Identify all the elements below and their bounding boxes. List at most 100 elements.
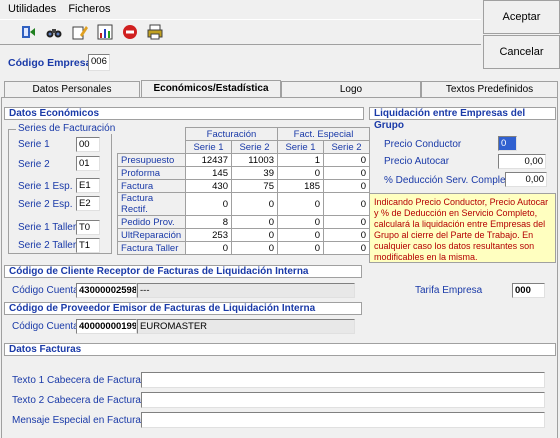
invoice-message-label: Mensaje Especial en Factura: [12, 415, 141, 426]
table-cell[interactable]: 39: [231, 166, 278, 180]
client-section-title: Código de Cliente Receptor de Facturas d…: [4, 265, 362, 278]
series-2-esp-field[interactable]: E2: [76, 196, 100, 211]
row-label: Presupuesto: [117, 153, 186, 167]
binoculars-icon[interactable]: [45, 23, 63, 41]
series-2-esp-label: Serie 2 Esp.: [18, 199, 73, 210]
client-account-code-field[interactable]: 43000002598: [76, 283, 137, 298]
series-1-esp-label: Serie 1 Esp.: [18, 181, 73, 192]
invoice-message-field[interactable]: [141, 412, 545, 428]
table-cell[interactable]: 11003: [231, 153, 278, 167]
precio-conductor-field[interactable]: 0: [498, 136, 517, 151]
provider-account-name-field: EUROMASTER: [137, 319, 355, 334]
invoice-text1-field[interactable]: [141, 372, 545, 388]
table-row: Pedido Prov. 8 0 0 0: [117, 215, 370, 229]
menu-bar: Utilidades Ficheros: [0, 0, 481, 18]
provider-section-title: Código de Proveedor Emisor de Facturas d…: [4, 302, 362, 315]
liquidation-note: Indicando Precio Conductor, Precio Autoc…: [369, 193, 556, 263]
tab-textos-predefinidos[interactable]: Textos Predefinidos: [421, 81, 558, 97]
edit-icon[interactable]: [71, 23, 89, 41]
table-cell[interactable]: 0: [323, 241, 370, 255]
row-label: Pedido Prov.: [117, 215, 186, 229]
tarifa-label: Tarifa Empresa: [415, 285, 483, 296]
table-cell[interactable]: 0: [277, 215, 324, 229]
table-cell[interactable]: 1: [277, 153, 324, 167]
row-label: Proforma: [117, 166, 186, 180]
row-label: Factura Rectif.: [117, 192, 186, 216]
print-icon[interactable]: [146, 23, 164, 41]
tab-datos-personales[interactable]: Datos Personales: [4, 81, 140, 97]
table-cell[interactable]: 0: [277, 166, 324, 180]
table-sub-header: Serie 2: [323, 140, 370, 154]
row-label: Factura Taller: [117, 241, 186, 255]
invoice-text1-label: Texto 1 Cabecera de Factura: [12, 375, 141, 386]
invoice-text2-field[interactable]: [141, 392, 545, 408]
table-cell[interactable]: 8: [185, 215, 232, 229]
table-cell[interactable]: 0: [231, 228, 278, 242]
client-account-label: Código Cuenta: [12, 285, 79, 296]
table-cell[interactable]: 0: [277, 192, 324, 216]
table-cell[interactable]: 430: [185, 179, 232, 193]
table-cell[interactable]: 0: [231, 192, 278, 216]
table-group-header: Fact. Especial: [277, 127, 370, 141]
precio-conductor-label: Precio Conductor: [384, 139, 462, 150]
deduccion-label: % Deducción Serv. Completo: [384, 175, 514, 186]
stop-icon[interactable]: [121, 23, 139, 41]
table-row: Factura 430 75 185 0: [117, 179, 370, 193]
series-1-esp-field[interactable]: E1: [76, 178, 100, 193]
table-row: Proforma 145 39 0 0: [117, 166, 370, 180]
chart-icon[interactable]: [96, 23, 114, 41]
series-2-field[interactable]: 01: [76, 156, 100, 171]
client-account-name-field: ---: [137, 283, 355, 298]
table-cell[interactable]: 0: [185, 241, 232, 255]
series-1-label: Serie 1: [18, 139, 50, 150]
table-row: Factura Taller 0 0 0 0: [117, 241, 370, 255]
deduccion-field[interactable]: 0,00: [505, 172, 547, 187]
accept-button[interactable]: Aceptar: [483, 0, 560, 34]
table-cell[interactable]: 0: [277, 228, 324, 242]
series-1-field[interactable]: 00: [76, 137, 100, 152]
table-cell[interactable]: 0: [323, 228, 370, 242]
economic-section-title: Datos Económicos: [4, 107, 364, 120]
table-sub-header: Serie 2: [231, 140, 278, 154]
billing-table: Facturación Fact. Especial Serie 1 Serie…: [117, 127, 370, 255]
invoices-section-title: Datos Facturas: [4, 343, 556, 356]
series-1-taller-field[interactable]: T0: [76, 220, 100, 235]
table-sub-header: Serie 1: [277, 140, 324, 154]
table-group-header: Facturación: [185, 127, 278, 141]
table-row: UltReparación 253 0 0 0: [117, 228, 370, 242]
table-cell[interactable]: 0: [185, 192, 232, 216]
toolbar: [0, 19, 481, 45]
table-cell[interactable]: 0: [231, 241, 278, 255]
series-2-taller-label: Serie 2 Taller: [18, 240, 77, 251]
tab-economicos[interactable]: Económicos/Estadística: [141, 80, 281, 98]
table-cell[interactable]: 0: [323, 179, 370, 193]
series-groupbox-title: Series de Facturación: [16, 123, 118, 134]
menu-utilidades[interactable]: Utilidades: [0, 3, 62, 15]
table-cell[interactable]: 0: [323, 166, 370, 180]
table-cell[interactable]: 0: [323, 192, 370, 216]
table-cell[interactable]: 0: [277, 241, 324, 255]
table-cell[interactable]: 145: [185, 166, 232, 180]
cancel-button[interactable]: Cancelar: [483, 35, 560, 69]
table-cell[interactable]: 75: [231, 179, 278, 193]
row-label: Factura: [117, 179, 186, 193]
table-cell[interactable]: 0: [231, 215, 278, 229]
liquidation-section-title: Liquidación entre Empresas del Grupo: [369, 107, 556, 131]
series-1-taller-label: Serie 1 Taller: [18, 222, 77, 233]
table-cell[interactable]: 185: [277, 179, 324, 193]
series-2-taller-field[interactable]: T1: [76, 238, 100, 253]
company-code-label: Código Empresa: [8, 57, 92, 69]
company-code-field[interactable]: 006: [88, 54, 110, 71]
provider-account-label: Código Cuenta: [12, 321, 79, 332]
table-cell[interactable]: 0: [323, 153, 370, 167]
table-cell[interactable]: 12437: [185, 153, 232, 167]
menu-ficheros[interactable]: Ficheros: [62, 3, 116, 15]
tarifa-field[interactable]: 000: [512, 283, 545, 298]
exit-icon[interactable]: [19, 23, 37, 41]
table-cell[interactable]: 253: [185, 228, 232, 242]
tab-logo[interactable]: Logo: [281, 81, 421, 97]
precio-autocar-field[interactable]: 0,00: [498, 154, 546, 169]
provider-account-code-field[interactable]: 40000000199: [76, 319, 137, 334]
table-cell[interactable]: 0: [323, 215, 370, 229]
precio-autocar-label: Precio Autocar: [384, 156, 450, 167]
